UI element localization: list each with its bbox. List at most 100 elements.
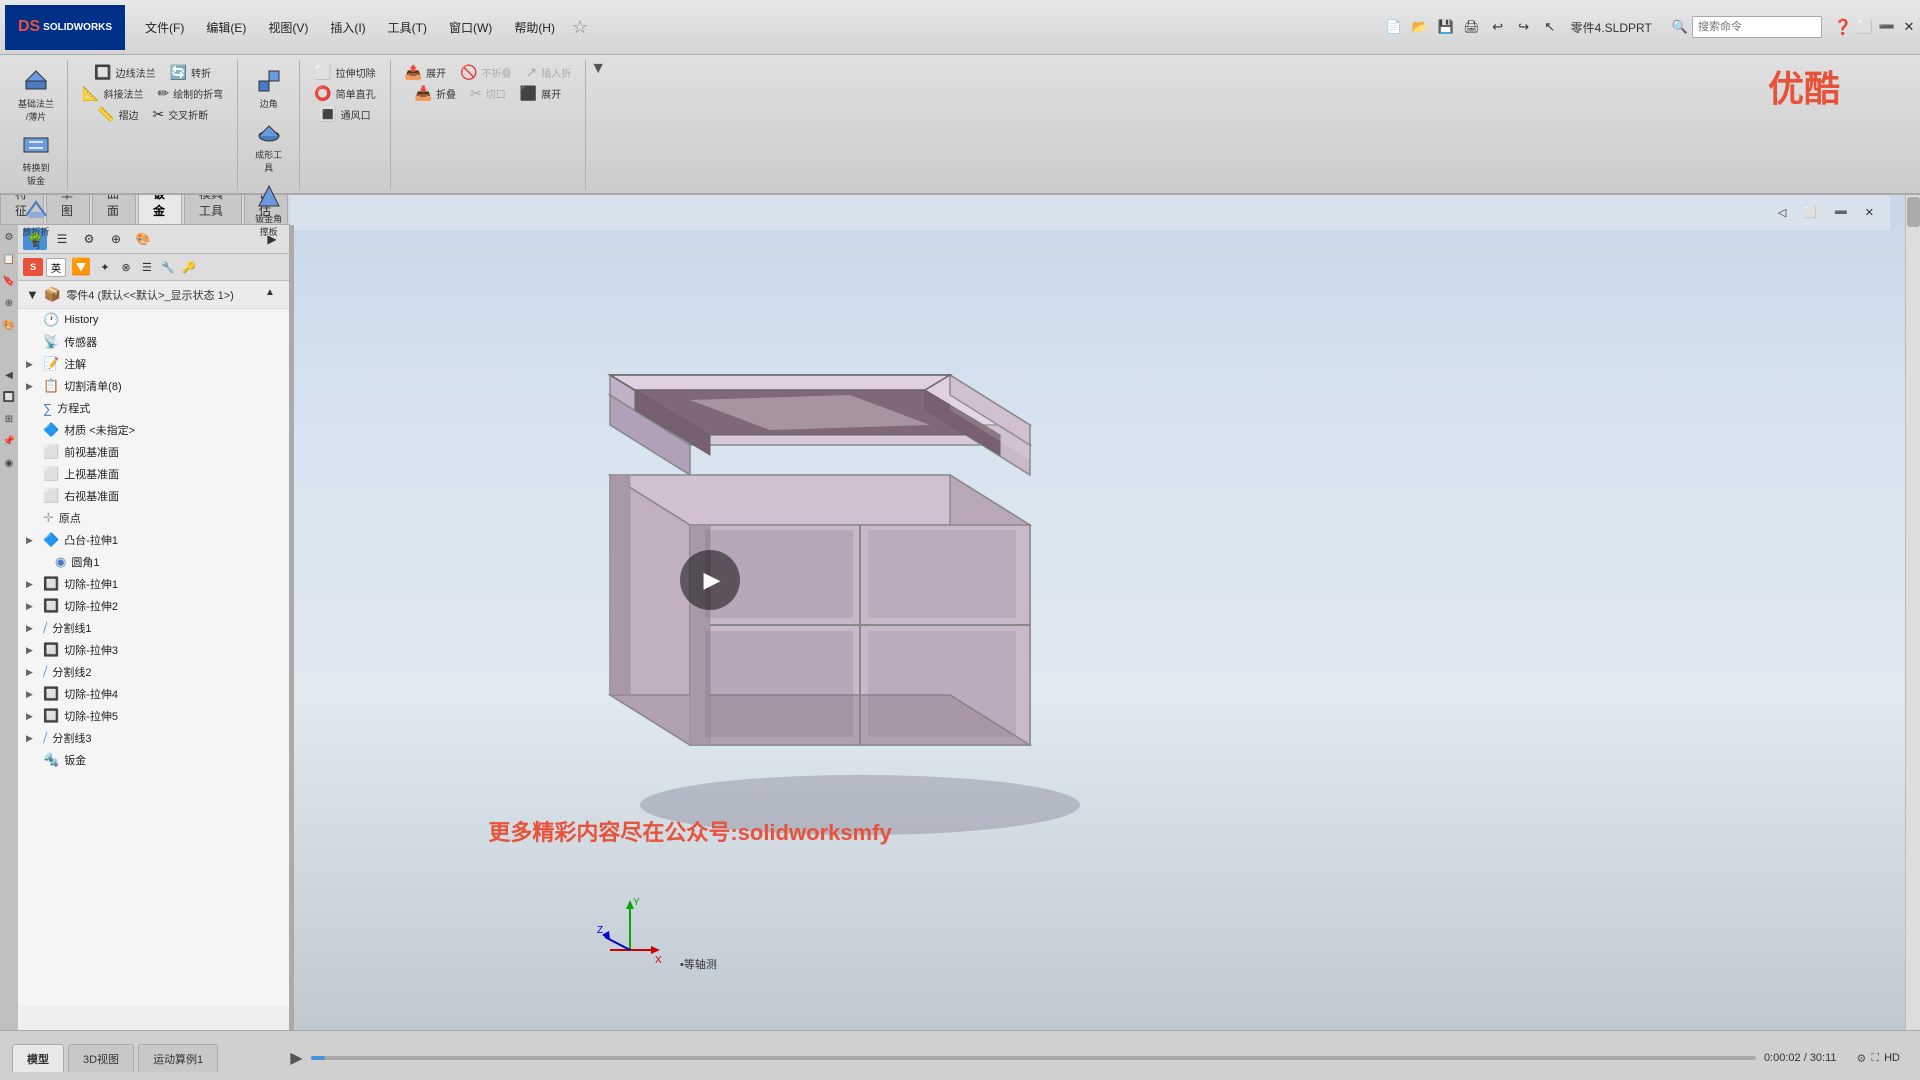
toolbar-fold[interactable]: 🔄 转折 xyxy=(164,62,217,83)
right-scrollbar[interactable] xyxy=(1905,195,1920,1030)
toolbar-gusset[interactable]: 钣金角撑板 xyxy=(246,177,291,241)
bottom-tab-model[interactable]: 模型 xyxy=(12,1044,64,1072)
toolbar-insert-bend[interactable]: ↗ 插入折 xyxy=(520,62,578,83)
tree-item-boss-extrude1[interactable]: ▶ 🔷 凸台-拉伸1 xyxy=(18,529,289,551)
tree-item-origin[interactable]: ✛ 原点 xyxy=(18,507,289,529)
tree-item-material[interactable]: 🔷 材质 <未指定> xyxy=(18,419,289,441)
bottom-tab-3dview[interactable]: 3D视图 xyxy=(68,1044,134,1072)
toolbar-flatten[interactable]: ⬛ 展开 xyxy=(514,83,567,104)
toolbar-unfold-bend[interactable]: 放折折弯 xyxy=(14,190,59,254)
split3-arrow: ▶ xyxy=(26,733,38,744)
filter-spanner-icon[interactable]: 🔑 xyxy=(180,258,198,276)
toolbar-cross-break[interactable]: ✂ 交叉折断 xyxy=(146,104,214,125)
tree-item-annotation[interactable]: ▶ 📝 注解 xyxy=(18,353,289,375)
menu-window[interactable]: 窗口(W) xyxy=(439,15,502,40)
cut-extrude5-label: 切除-拉伸5 xyxy=(64,708,118,724)
filter-wrench-icon[interactable]: 🔧 xyxy=(159,258,177,276)
play-button[interactable] xyxy=(680,550,740,610)
toolbar-expand-icon[interactable]: ▼ xyxy=(590,60,606,78)
tree-item-sensor[interactable]: 📡 传感器 xyxy=(18,331,289,353)
video-fullscreen-icon[interactable]: ⛶ xyxy=(1871,1052,1879,1065)
lang-english-btn[interactable]: 英 xyxy=(46,258,66,277)
quick-redo-icon[interactable]: ↪ xyxy=(1513,16,1535,38)
toolbar-no-bend[interactable]: 🚫 不折叠 xyxy=(454,62,517,83)
menu-edit[interactable]: 编辑(E) xyxy=(196,15,256,40)
toolbar-fold2[interactable]: 📥 折叠 xyxy=(409,83,462,104)
lv-icon-3[interactable]: 🔖 xyxy=(2,274,16,288)
tree-item-split3[interactable]: ▶ ⧸ 分割线3 xyxy=(18,727,289,749)
help-icon[interactable]: ❓ xyxy=(1832,16,1854,38)
minimize-icon[interactable]: ➖ xyxy=(1876,16,1898,38)
video-play-icon[interactable]: ▶ xyxy=(290,1048,302,1068)
tree-item-fillet1[interactable]: ◉ 圆角1 xyxy=(18,551,289,573)
lv-icon-6[interactable]: ◀ xyxy=(2,368,16,382)
close-icon[interactable]: ✕ xyxy=(1898,16,1920,38)
tree-item-cut-extrude2[interactable]: ▶ 🔲 切除-拉伸2 xyxy=(18,595,289,617)
quick-print-icon[interactable]: 🖨 xyxy=(1461,16,1483,38)
toolbar-simple-hole[interactable]: ⭕ 简单直孔 xyxy=(308,83,381,104)
lv-icon-4[interactable]: ⊕ xyxy=(2,296,16,310)
toolbar-convert-sheetmetal[interactable]: 转换到钣金 xyxy=(14,126,59,190)
filter-icon2[interactable]: ⊗ xyxy=(117,258,135,276)
tree-item-cut-extrude1[interactable]: ▶ 🔲 切除-拉伸1 xyxy=(18,573,289,595)
lv-icon-7[interactable]: 🔲 xyxy=(2,390,16,404)
panel-target-btn[interactable]: ⊕ xyxy=(104,228,128,250)
lv-icon-9[interactable]: 📌 xyxy=(2,434,16,448)
quick-new-icon[interactable]: 📄 xyxy=(1383,16,1405,38)
filter-icon[interactable]: 🔽 xyxy=(71,257,91,277)
search-input[interactable] xyxy=(1692,16,1822,38)
tree-item-split2[interactable]: ▶ ⧸ 分割线2 xyxy=(18,661,289,683)
tree-item-cut-extrude5[interactable]: ▶ 🔲 切除-拉伸5 xyxy=(18,705,289,727)
panel-color-btn[interactable]: 🎨 xyxy=(131,228,155,250)
tree-item-equations[interactable]: ∑ 方程式 xyxy=(18,397,289,419)
viewport[interactable]: ◁ ⬜ ➖ ✕ xyxy=(290,195,1905,1030)
toolbar-cut-slot[interactable]: ✂ 切口 xyxy=(464,83,512,104)
video-settings-icon[interactable]: ⚙ xyxy=(1857,1052,1867,1065)
menu-insert[interactable]: 插入(I) xyxy=(320,15,375,40)
split1-icon: ⧸ xyxy=(43,620,47,636)
bottom-tab-motion[interactable]: 运动算例1 xyxy=(138,1044,218,1072)
toolbar-hem[interactable]: 📏 褶边 xyxy=(91,104,144,125)
menu-view[interactable]: 视图(V) xyxy=(258,15,318,40)
quick-undo-icon[interactable]: ↩ xyxy=(1487,16,1509,38)
tree-item-top-plane[interactable]: ⬜ 上视基准面 xyxy=(18,463,289,485)
tree-item-front-plane[interactable]: ⬜ 前视基准面 xyxy=(18,441,289,463)
toolbar-louver[interactable]: 🔳 通风口 xyxy=(313,104,376,125)
youku-logo: 优酷 xyxy=(1768,60,1840,112)
filter-icon3[interactable]: ☰ xyxy=(138,258,156,276)
tree-item-cut-extrude4[interactable]: ▶ 🔲 切除-拉伸4 xyxy=(18,683,289,705)
tree-item-cutlist[interactable]: ▶ 📋 切割清单(8) xyxy=(18,375,289,397)
lv-icon-2[interactable]: 📋 xyxy=(2,252,16,266)
tree-root[interactable]: ▼ 📦 零件4 (默认<<默认>_显示状态 1>) ▲ xyxy=(18,281,289,309)
toolbar-miter-flange[interactable]: 📐 斜接法兰 xyxy=(76,83,149,104)
quick-cursor-icon[interactable]: ↖ xyxy=(1539,16,1561,38)
lv-icon-10[interactable]: ◉ xyxy=(2,456,16,470)
quick-open-icon[interactable]: 📂 xyxy=(1409,16,1431,38)
cut-extrude1-label: 切除-拉伸1 xyxy=(64,576,118,592)
tree-item-split1[interactable]: ▶ ⧸ 分割线1 xyxy=(18,617,289,639)
menu-file[interactable]: 文件(F) xyxy=(135,15,194,40)
tree-item-cut-extrude3[interactable]: ▶ 🔲 切除-拉伸3 xyxy=(18,639,289,661)
panel-config-btn[interactable]: ⚙ xyxy=(77,228,101,250)
menu-tools[interactable]: 工具(T) xyxy=(378,15,437,40)
expand-icon[interactable]: ⬜ xyxy=(1854,16,1876,38)
lv-icon-5[interactable]: 🎨 xyxy=(2,318,16,332)
quick-save-icon[interactable]: 💾 xyxy=(1435,16,1457,38)
progress-bar[interactable] xyxy=(311,1056,1756,1060)
toolbar-edge-flange[interactable]: 🔲 边线法兰 xyxy=(88,62,161,83)
tree-item-sheetmetal[interactable]: 🔩 钣金 xyxy=(18,749,289,771)
annotation-label: 注解 xyxy=(64,356,86,372)
toolbar-base-flange[interactable]: 基础法兰/薄片 xyxy=(13,62,59,126)
splitter[interactable] xyxy=(290,225,294,1030)
toolbar-drawn-bend[interactable]: ✏ 绘制的折弯 xyxy=(151,83,229,104)
toolbar-unfold[interactable]: 📤 展开 xyxy=(399,62,452,83)
toolbar-corner[interactable]: 边角 xyxy=(246,62,291,113)
tree-item-history[interactable]: 🕐 History xyxy=(18,309,289,331)
filter-active-icon[interactable]: ✦ xyxy=(96,258,114,276)
toolbar-forming-tool[interactable]: 成形工具 xyxy=(246,113,291,177)
menu-help[interactable]: 帮助(H) xyxy=(504,15,565,40)
tree-item-right-plane[interactable]: ⬜ 右视基准面 xyxy=(18,485,289,507)
lv-icon-8[interactable]: ⊞ xyxy=(2,412,16,426)
tree-root-scroll-up[interactable]: ▲ xyxy=(265,287,281,303)
toolbar-extruded-cut[interactable]: ⬜ 拉伸切除 xyxy=(308,62,381,83)
